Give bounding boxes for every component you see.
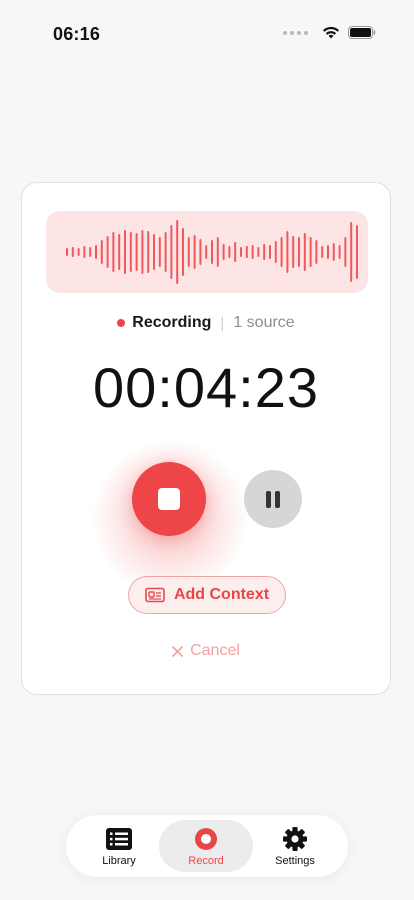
- tab-bar: Library Record Settings: [66, 815, 348, 877]
- waveform-bar: [338, 245, 341, 259]
- wifi-icon: [323, 26, 339, 39]
- waveform-bar: [193, 235, 196, 269]
- recording-status: Recording | 1 source: [22, 314, 390, 332]
- waveform-bar: [164, 232, 167, 272]
- waveform-bar: [124, 230, 126, 274]
- waveform-bar: [356, 225, 358, 279]
- status-time: 06:16: [53, 24, 101, 44]
- tab-settings-label: Settings: [275, 855, 315, 867]
- recording-status-label: Recording: [132, 314, 212, 331]
- recording-indicator-dot: [117, 319, 126, 327]
- tab-record-label: Record: [188, 855, 224, 867]
- tab-library[interactable]: Library: [72, 820, 166, 872]
- waveform-bar: [71, 247, 74, 257]
- waveform-bar: [100, 240, 103, 264]
- waveform-bar: [211, 240, 213, 264]
- waveform-bar: [187, 237, 190, 267]
- add-context-button[interactable]: Add Context: [128, 576, 286, 614]
- gear-icon: [283, 827, 307, 851]
- battery-icon: [348, 26, 376, 39]
- status-icons: [283, 26, 376, 39]
- waveform-bar: [153, 234, 155, 270]
- waveform-bar: [240, 247, 242, 257]
- waveform-bar: [257, 247, 260, 257]
- status-separator: |: [220, 314, 225, 332]
- context-card-icon: [145, 587, 165, 603]
- waveform-bar: [350, 222, 353, 282]
- tab-settings[interactable]: Settings: [248, 820, 342, 872]
- waveform-bar: [112, 232, 115, 272]
- waveform-bar: [344, 237, 347, 267]
- waveform-bar: [234, 242, 237, 262]
- waveform-bar: [170, 225, 173, 279]
- waveform-bar: [269, 245, 271, 259]
- waveform-bar: [303, 233, 306, 271]
- waveform-bar: [245, 246, 248, 258]
- waveform-bar: [274, 241, 277, 263]
- tab-library-label: Library: [102, 855, 136, 867]
- waveform-bar: [77, 248, 80, 256]
- waveform-bar: [332, 243, 335, 261]
- waveform-bar: [251, 245, 254, 259]
- source-count: 1 source: [233, 314, 295, 331]
- waveform-bar: [205, 245, 208, 259]
- pause-button[interactable]: [244, 470, 302, 528]
- waveform-bar: [147, 231, 150, 273]
- waveform-bar: [135, 233, 138, 271]
- cancel-button[interactable]: Cancel: [22, 642, 390, 660]
- waveform-bar: [106, 236, 109, 268]
- waveform-bar: [309, 237, 312, 267]
- stop-button[interactable]: [132, 462, 206, 536]
- waveform-bar: [263, 244, 266, 260]
- waveform-bar: [95, 245, 97, 259]
- add-context-label: Add Context: [173, 586, 270, 603]
- pause-icon: [266, 490, 280, 508]
- elapsed-timer: 00:04:23: [93, 356, 319, 419]
- waveform-bar: [321, 246, 324, 258]
- cancel-label: Cancel: [190, 642, 240, 659]
- waveform-bar: [286, 231, 289, 273]
- waveform-bar: [66, 248, 68, 256]
- waveform-bar: [83, 246, 86, 258]
- waveform-bars: [66, 220, 358, 284]
- tab-record[interactable]: Record: [159, 820, 253, 872]
- waveform-bar: [141, 230, 144, 274]
- waveform-bar: [182, 228, 184, 276]
- waveform: [46, 211, 368, 293]
- waveform-bar: [327, 245, 329, 259]
- waveform-bar: [216, 237, 219, 267]
- waveform-bar: [118, 234, 121, 270]
- close-icon: [172, 645, 183, 657]
- recording-card: Recording | 1 source 00:04:23 Add Contex…: [21, 182, 391, 695]
- stop-icon: [158, 488, 180, 510]
- waveform-bar: [176, 220, 179, 284]
- record-icon: [195, 828, 217, 850]
- status-bar: 06:16: [0, 0, 414, 66]
- waveform-bar: [228, 246, 231, 258]
- waveform-bar: [298, 237, 300, 267]
- cellular-signal-icon: [283, 30, 308, 35]
- waveform-bar: [315, 240, 318, 264]
- waveform-bar: [129, 232, 132, 272]
- waveform-bar: [280, 237, 283, 267]
- waveform-bar: [222, 244, 225, 260]
- waveform-bar: [158, 237, 161, 267]
- waveform-bar: [199, 239, 202, 265]
- waveform-bar: [89, 247, 92, 257]
- library-icon: [106, 828, 132, 850]
- waveform-bar: [292, 236, 295, 268]
